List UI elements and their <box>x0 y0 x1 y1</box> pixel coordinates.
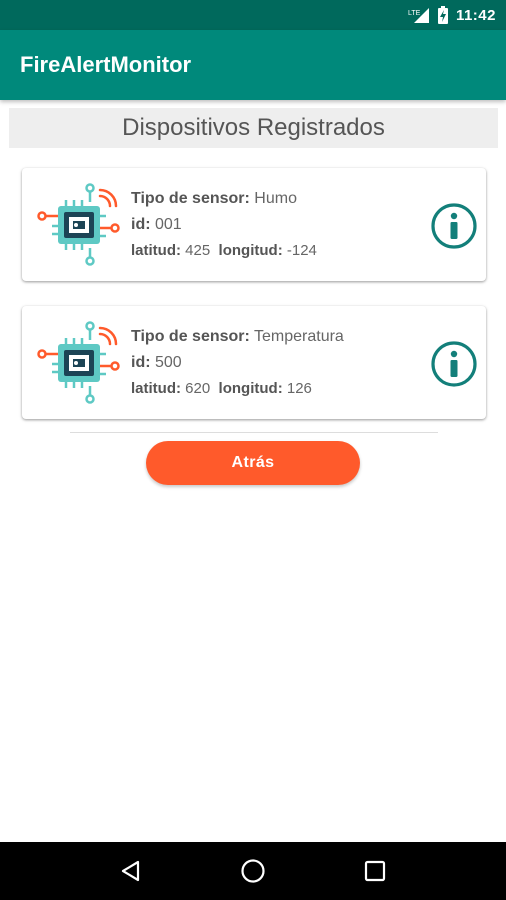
id-label: id: <box>131 216 151 233</box>
device-card: Tipo de sensor: Humo id: 001 latitud: 42… <box>22 168 486 281</box>
device-card: Tipo de sensor: Temperatura id: 500 lati… <box>22 306 486 419</box>
id-row: id: 001 <box>131 212 317 238</box>
iot-chip-icon <box>37 183 120 266</box>
nav-back-icon[interactable] <box>111 851 151 891</box>
sensor-type-row: Tipo de sensor: Temperatura <box>131 324 344 350</box>
app-title: FireAlertMonitor <box>20 52 192 77</box>
section-header: Dispositivos Registrados <box>9 108 498 148</box>
latitude-label: latitud: <box>131 242 181 259</box>
clock: 11:42 <box>455 6 496 24</box>
latitude-label: latitud: <box>131 380 181 397</box>
id-label: id: <box>131 354 151 371</box>
sensor-type-label: Tipo de sensor: <box>131 190 250 207</box>
sensor-type-label: Tipo de sensor: <box>131 328 250 345</box>
battery-icon <box>437 6 448 24</box>
status-bar: LTE 11:42 <box>0 0 506 30</box>
back-button[interactable]: Atrás <box>146 441 360 485</box>
navigation-bar <box>0 842 506 900</box>
nav-recents-icon[interactable] <box>355 851 395 891</box>
latitude-value: 620 <box>185 380 211 397</box>
coords-row: latitud: 620 longitud: 126 <box>131 376 344 402</box>
iot-chip-icon <box>37 321 120 404</box>
sensor-type-value: Temperatura <box>254 328 344 345</box>
longitude-label: longitud: <box>218 380 283 397</box>
longitude-value: -124 <box>286 242 317 259</box>
page-title: Dispositivos Registrados <box>122 114 385 141</box>
network-label: LTE <box>408 10 421 17</box>
lte-signal-icon: LTE <box>408 7 430 23</box>
divider <box>70 432 438 433</box>
app-bar: FireAlertMonitor <box>0 30 506 100</box>
info-icon[interactable] <box>430 340 478 388</box>
device-info: Tipo de sensor: Humo id: 001 latitud: 42… <box>131 186 317 264</box>
info-icon[interactable] <box>430 202 478 250</box>
longitude-label: longitud: <box>218 242 283 259</box>
latitude-value: 425 <box>185 242 211 259</box>
device-info: Tipo de sensor: Temperatura id: 500 lati… <box>131 324 344 402</box>
id-value: 001 <box>155 216 182 233</box>
sensor-type-value: Humo <box>254 190 297 207</box>
sensor-type-row: Tipo de sensor: Humo <box>131 186 317 212</box>
id-value: 500 <box>155 354 182 371</box>
screen: LTE 11:42 FireAlertMonitor Dispositivos … <box>0 0 506 900</box>
longitude-value: 126 <box>286 380 312 397</box>
id-row: id: 500 <box>131 350 344 376</box>
coords-row: latitud: 425 longitud: -124 <box>131 238 317 264</box>
nav-home-icon[interactable] <box>233 851 273 891</box>
